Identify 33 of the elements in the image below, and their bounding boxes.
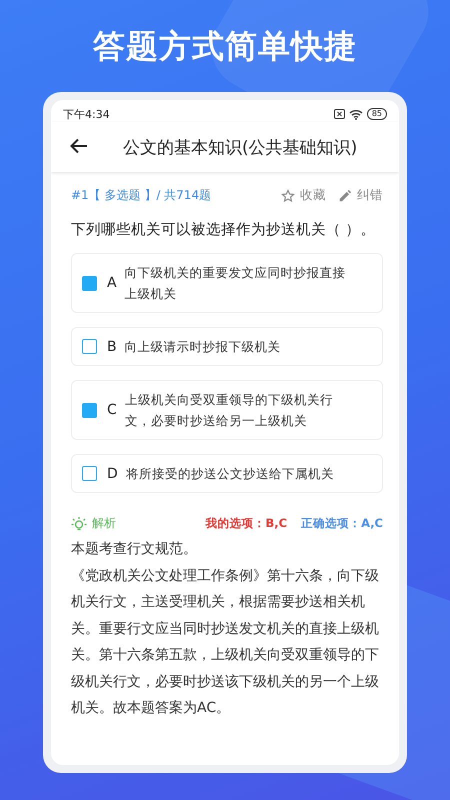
option-text: 向上级请示时抄报下级机关: [124, 338, 282, 356]
my-answer: 我的选项：B,C: [206, 516, 288, 531]
correct-answer: 正确选项：A,C: [301, 516, 383, 531]
option-letter: C: [107, 402, 117, 418]
option-letter: A: [107, 275, 117, 291]
option-card[interactable]: B 向上级请示时抄报下级机关: [71, 327, 383, 366]
checkbox[interactable]: [82, 402, 97, 418]
pencil-icon: [338, 188, 352, 202]
report-error-button[interactable]: 纠错: [338, 187, 383, 204]
option-letter: D: [107, 466, 118, 482]
back-arrow-icon: [70, 138, 88, 154]
favorite-button[interactable]: 收藏: [281, 187, 326, 204]
star-icon: [281, 188, 295, 202]
headline: 答题方式简单快捷: [93, 26, 357, 67]
checkbox[interactable]: [82, 276, 97, 290]
wifi-icon: [348, 108, 363, 120]
option-text: 将所接受的抄送公文抄送给下属机关: [126, 465, 335, 483]
option-card[interactable]: D 将所接受的抄送公文抄送给下属机关: [71, 454, 383, 493]
option-text: 上级机关向受双重领导的下级机关行文，必要时抄送给另一上级机关: [124, 391, 334, 430]
question-number: #1【 多选题 】/ 共714题: [71, 187, 212, 204]
option-text: 向下级机关的重要发文应同时抄报直接上级机关: [124, 264, 347, 303]
question-text: 下列哪些机关可以被选择作为抄送机关（ ）。: [71, 221, 377, 239]
option-letter: B: [107, 338, 117, 354]
checkbox[interactable]: [82, 466, 97, 481]
sim-icon: [334, 109, 345, 119]
battery-level: 85: [366, 108, 387, 120]
analysis-label: 解析: [92, 515, 116, 532]
lightbulb-icon: [71, 516, 87, 532]
page-title: 公文的基本知识(公共基础知识): [123, 136, 358, 158]
status-time: 下午4:34: [63, 106, 110, 122]
explanation-text: 《党政机关公文处理工作条例》第十六条，向下级机关行文，主送受理机关，根据需要抄送相关机关。重要行文应当同时抄送发文机关的直接上级机关。第十六条第五款，上级机关向受双重领导的下级机关行文，必要时抄送该下级机关的另一个上级机关。故本题答案为AC。: [71, 566, 380, 718]
checkbox[interactable]: [82, 339, 97, 354]
explanation-text: 本题考查行文规范。: [71, 540, 198, 559]
